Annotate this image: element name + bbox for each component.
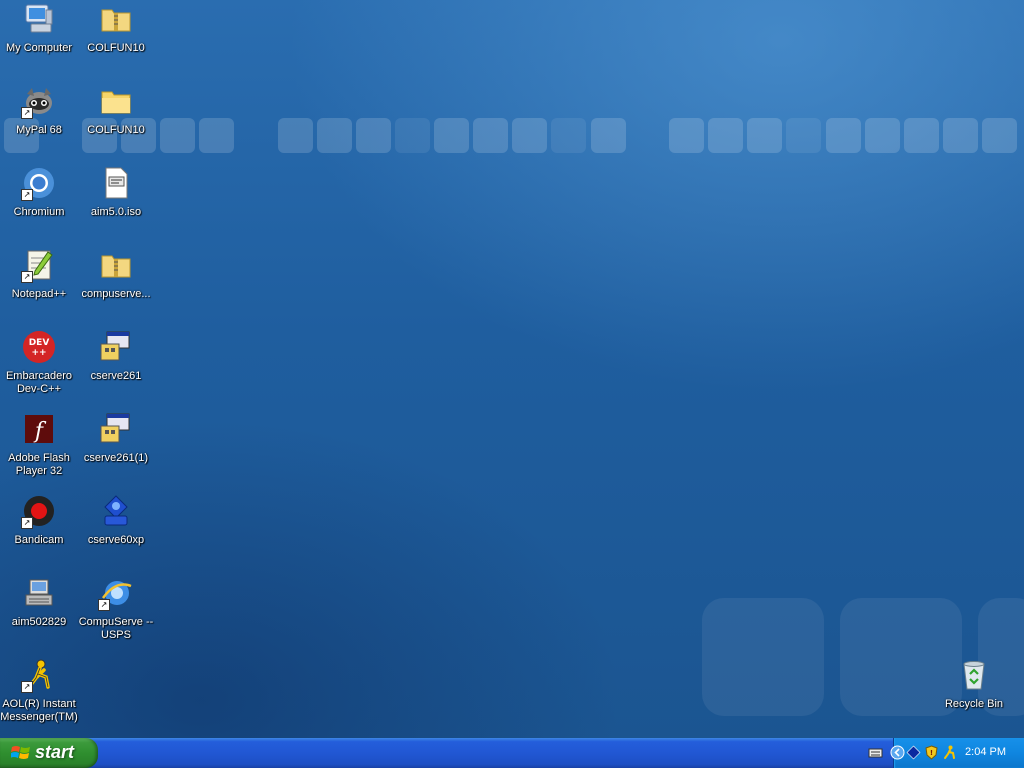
keyboard-icon[interactable] (868, 745, 883, 760)
wallpaper-tile (982, 118, 1017, 153)
desktop-icon-label: COLFUN10 (87, 42, 145, 54)
desktop-icon-label: AOL(R) Instant Messenger(TM) (0, 698, 78, 723)
desktop: My Computer ↗ MyPal 68 ↗ Chromium ↗ Note… (0, 0, 1024, 738)
desktop-icon-aim-iso[interactable]: aim5.0.iso (77, 166, 155, 219)
desktop-icon-colfun10-zip[interactable]: COLFUN10 (77, 2, 155, 55)
desktop-icon-mypal[interactable]: ↗ MyPal 68 (0, 84, 78, 137)
aim-running-man-icon[interactable] (942, 745, 957, 760)
wallpaper-tile (943, 118, 978, 153)
svg-text:!: ! (930, 749, 933, 757)
desktop-icon-label: cserve60xp (87, 534, 145, 546)
desktop-icon-label: Notepad++ (11, 288, 67, 300)
wallpaper-tile (708, 118, 743, 153)
desktop-icon-aim502829[interactable]: aim502829 (0, 576, 78, 629)
desktop-icon-chromium[interactable]: ↗ Chromium (0, 166, 78, 219)
zip-folder-icon (99, 248, 133, 282)
my-computer-icon (22, 2, 56, 36)
system-tray: ! 2:04 PM (868, 738, 1024, 768)
start-button[interactable]: start (0, 738, 98, 768)
desktop-icon-label: compuserve... (81, 288, 151, 300)
desktop-icon-label: Recycle Bin (944, 698, 1004, 710)
zip-folder-icon (99, 2, 133, 36)
desktop-icon-label: Chromium (13, 206, 65, 218)
aim-icon: ↗ (21, 658, 56, 693)
desktop-icon-label: CompuServe -- USPS (78, 616, 154, 641)
shortcut-arrow-icon: ↗ (21, 681, 33, 693)
setup-icon (99, 330, 133, 364)
desktop-icon-bandicam[interactable]: ↗ Bandicam (0, 494, 78, 547)
desktop-icon-compuserve-zip[interactable]: compuserve... (77, 248, 155, 301)
clock[interactable]: 2:04 PM (965, 746, 1006, 758)
desktop-icon-cserve60xp[interactable]: cserve60xp (77, 494, 155, 547)
svg-text:DEV: DEV (29, 338, 50, 348)
wallpaper-tile (434, 118, 469, 153)
desktop-icon-label: aim5.0.iso (90, 206, 142, 218)
wallpaper-tile (826, 118, 861, 153)
flash-icon: f (22, 412, 56, 446)
shortcut-arrow-icon: ↗ (98, 599, 110, 611)
wallpaper-tile (865, 118, 900, 153)
desktop-icon-label: Embarcadero Dev-C++ (5, 370, 73, 395)
desktop-icon-label: cserve261(1) (83, 452, 149, 464)
desktop-icon-aim[interactable]: ↗ AOL(R) Instant Messenger(TM) (0, 658, 78, 724)
start-label: start (35, 742, 75, 762)
shortcut-arrow-icon: ↗ (21, 189, 33, 201)
wallpaper-tile (473, 118, 508, 153)
wallpaper-tile (395, 118, 430, 153)
desktop-icon-label: COLFUN10 (87, 124, 145, 136)
notepadpp-icon: ↗ (21, 248, 56, 283)
desktop-icon-compuserve-usps[interactable]: ↗ CompuServe -- USPS (77, 576, 155, 642)
shortcut-arrow-icon: ↗ (21, 517, 33, 529)
recycle-bin-icon (957, 658, 991, 692)
wallpaper-tile (904, 118, 939, 153)
devcpp-icon: DEV ++ (22, 330, 56, 364)
wallpaper-tile (317, 118, 352, 153)
desktop-icon-recycle-bin[interactable]: Recycle Bin (935, 658, 1013, 711)
security-shield-icon[interactable]: ! (924, 745, 939, 760)
wallpaper-tile (160, 118, 195, 153)
installer-icon (22, 576, 56, 610)
wallpaper-tile (591, 118, 626, 153)
desktop-icon-notepadpp[interactable]: ↗ Notepad++ (0, 248, 78, 301)
wallpaper-tile (512, 118, 547, 153)
iso-file-icon (99, 166, 133, 200)
compuserve-tray-icon[interactable] (906, 745, 921, 760)
mypal-icon: ↗ (21, 84, 56, 119)
desktop-icon-label: MyPal 68 (16, 124, 62, 136)
wallpaper-tile (278, 118, 313, 153)
wallpaper-tile (551, 118, 586, 153)
desktop-icon-label: Adobe Flash Player 32 (8, 452, 70, 477)
wallpaper-tile (356, 118, 391, 153)
setup-icon (99, 412, 133, 446)
wallpaper-tile-large (702, 598, 824, 716)
windows-flag-icon (10, 744, 31, 762)
compuserve-icon (99, 494, 133, 528)
wallpaper-tile (786, 118, 821, 153)
desktop-icon-label: My Computer (5, 42, 73, 54)
desktop-icon-my-computer[interactable]: My Computer (0, 2, 78, 55)
desktop-icon-label: cserve261 (90, 370, 142, 382)
desktop-icon-colfun10-folder[interactable]: COLFUN10 (77, 84, 155, 137)
desktop-icon-label: aim502829 (11, 616, 67, 628)
wallpaper-tile (669, 118, 704, 153)
taskbar: start ! 2:04 PM (0, 738, 1024, 768)
chromium-icon: ↗ (21, 166, 56, 201)
folder-icon (99, 84, 133, 118)
ie-icon: ↗ (98, 576, 133, 611)
wallpaper-tile (747, 118, 782, 153)
desktop-icon-label: Bandicam (14, 534, 64, 546)
desktop-icon-cserve261-1[interactable]: cserve261(1) (77, 412, 155, 465)
svg-text:++: ++ (31, 348, 46, 358)
bandicam-icon: ↗ (21, 494, 56, 529)
desktop-icon-flash[interactable]: f Adobe Flash Player 32 (0, 412, 78, 478)
show-hidden-icons-chevron-icon[interactable] (890, 745, 905, 760)
desktop-icon-cserve261[interactable]: cserve261 (77, 330, 155, 383)
wallpaper-tile (199, 118, 234, 153)
shortcut-arrow-icon: ↗ (21, 271, 33, 283)
shortcut-arrow-icon: ↗ (21, 107, 33, 119)
desktop-icon-devcpp[interactable]: DEV ++ Embarcadero Dev-C++ (0, 330, 78, 396)
